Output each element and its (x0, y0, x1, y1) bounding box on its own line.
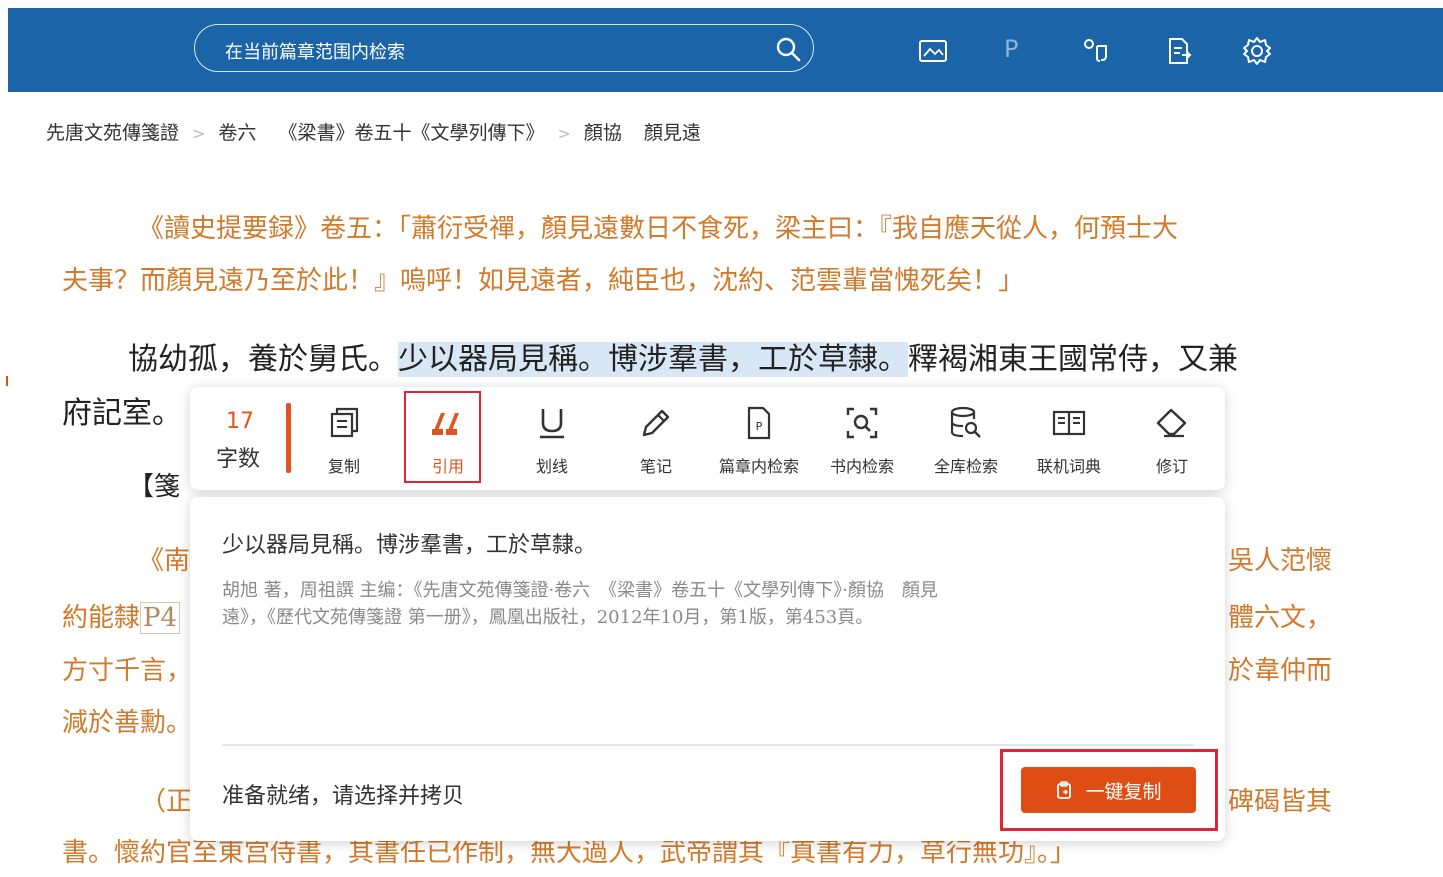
quote-highlight-frame (404, 391, 481, 483)
chapter-search-icon: P (747, 406, 771, 440)
svg-text:P: P (756, 420, 763, 433)
selection-toolbar: 17 字数 复制 引用 划线 笔记 P 篇章内检索 书内检索 全库检索 联机词典… (190, 387, 1225, 490)
breadcrumb-item[interactable]: 先唐文苑傳箋證 (46, 118, 179, 145)
annotation-fragment: 減於善勳。 (62, 708, 193, 738)
citation-quote[interactable]: 少以器局見稱。博涉羣書，工於草隸。 (222, 527, 596, 559)
word-count-label: 字数 (216, 447, 261, 472)
copy-icon (330, 407, 359, 438)
book-search-label: 书内检索 (829, 457, 894, 476)
database-search-label: 全库检索 (933, 457, 998, 476)
export-icon[interactable] (1164, 36, 1194, 66)
annotation-fragment: 方寸千言， (62, 656, 193, 686)
database-search-button[interactable]: 全库检索 (921, 397, 1011, 481)
section-heading-fragment: 【箋 (128, 472, 181, 502)
citation-panel: 少以器局見稱。博涉羣書，工於草隸。 胡旭 著，周祖譔 主编：《先唐文苑傳箋證·卷… (190, 497, 1225, 841)
breadcrumb-item[interactable]: 顏見遠 (644, 118, 701, 145)
top-bar: 在当前篇章范围内检索 P (8, 8, 1443, 92)
underline-label: 划线 (535, 457, 568, 476)
pencil-icon (642, 409, 670, 437)
copy-label: 复制 (327, 457, 360, 476)
citation-source-line: 胡旭 著，周祖譔 主编：《先唐文苑傳箋證·卷六 《梁書》卷五十《文學列傳下》·顏… (222, 580, 938, 601)
annotation-text-line: 夫事？而顏見遠乃至於此！』嗚呼！如見遠者，純臣也，沈約、范雲輩當愧死矣！」 (62, 266, 1025, 296)
copy-button[interactable]: 复制 (299, 397, 389, 481)
search-placeholder[interactable]: 在当前篇章范围内检索 (225, 38, 405, 64)
annotation-fragment: 約能隸 P4 (62, 597, 181, 634)
p-icon[interactable]: P (1004, 35, 1034, 65)
breadcrumb-item[interactable]: 顏協 (584, 118, 622, 145)
revise-label: 修订 (1155, 457, 1188, 476)
annotation-fragment: 碑碣皆其 (1228, 787, 1333, 817)
selected-text[interactable]: 少以器局見稱。博涉羣書，工於草隸。 (398, 342, 908, 377)
chapter-search-label: 篇章内检索 (718, 457, 799, 476)
main-text-line: 協幼孤，養於舅氏。少以器局見稱。博涉羣書，工於草隸。釋褐湘東王國常侍，又兼 (128, 334, 1238, 378)
breadcrumb-item[interactable]: 卷六 (218, 118, 256, 145)
annotation-fragment: 吳人范懷 (1228, 546, 1333, 576)
copy-highlight-frame: 一键复制 (1000, 749, 1218, 831)
chapter-search-button[interactable]: P 篇章内检索 (714, 397, 804, 481)
main-text: 協幼孤，養於舅氏。 (128, 342, 398, 377)
note-label: 笔记 (639, 457, 672, 476)
citation-source-line: 遠》，《歷代文苑傳箋證 第一册》，鳳凰出版社，2012年10月，第1版，第453… (222, 607, 874, 628)
breadcrumb: 先唐文苑傳箋證 > 卷六 《梁書》卷五十《文學列傳下》 > 顏協 顏見遠 (46, 118, 701, 146)
annotation-text-line: 《讀史提要録》卷五：「蕭衍受禪，顏見遠數日不食死，梁主曰：『我自應天從人，何預士… (138, 214, 1179, 244)
key-icon[interactable] (1082, 36, 1112, 66)
eraser-icon (1156, 408, 1187, 438)
annotation-fragment: （正 (140, 787, 193, 817)
clipboard-icon (1057, 781, 1072, 799)
panel-divider (222, 744, 1193, 746)
page-marker[interactable]: P4 (140, 602, 181, 634)
word-count-value: 17 (226, 409, 254, 434)
annotation-fragment: 於韋仲而 (1228, 656, 1333, 686)
annotation-fragment-text: 約能隸 (62, 603, 141, 633)
search-icon[interactable] (775, 36, 801, 62)
annotation-fragment: 體六文， (1228, 603, 1333, 633)
dictionary-icon (1052, 410, 1086, 436)
main-text-line: 府記室。 (62, 396, 182, 431)
database-search-icon (950, 406, 981, 438)
dictionary-button[interactable]: 联机词典 (1024, 397, 1114, 481)
status-text: 准备就绪，请选择并拷贝 (222, 784, 465, 809)
book-search-button[interactable]: 书内检索 (817, 397, 907, 481)
gear-icon[interactable] (1242, 36, 1272, 66)
book-search-icon (846, 407, 878, 439)
edge-marker (6, 376, 8, 386)
image-icon[interactable] (918, 36, 948, 66)
revise-button[interactable]: 修订 (1127, 397, 1217, 481)
word-count-divider (286, 403, 291, 473)
search-box[interactable]: 在当前篇章范围内检索 (194, 24, 814, 72)
underline-button[interactable]: 划线 (507, 397, 597, 481)
one-click-copy-button[interactable]: 一键复制 (1021, 767, 1196, 813)
citation-source[interactable]: 胡旭 著，周祖譔 主编：《先唐文苑傳箋證·卷六 《梁書》卷五十《文學列傳下》·顏… (222, 577, 1172, 631)
annotation-fragment: 《南 (138, 546, 191, 576)
main-text: 釋褐湘東王國常侍，又兼 (908, 342, 1238, 377)
underline-icon (540, 409, 564, 439)
dictionary-label: 联机词典 (1036, 457, 1101, 476)
breadcrumb-item[interactable]: 《梁書》卷五十《文學列傳下》 (278, 118, 544, 145)
chevron-right-icon: > (192, 124, 206, 143)
note-button[interactable]: 笔记 (611, 397, 701, 481)
chevron-right-icon: > (557, 124, 571, 143)
one-click-copy-label: 一键复制 (1085, 780, 1162, 803)
